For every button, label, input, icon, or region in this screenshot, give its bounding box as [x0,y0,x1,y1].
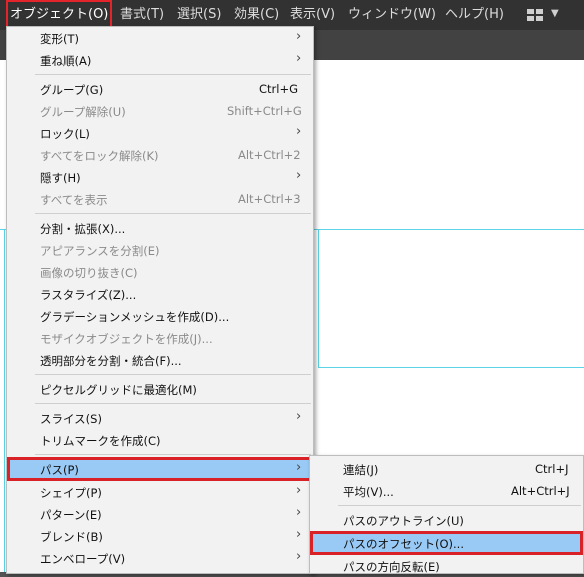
menu-item-slice[interactable]: スライス(S) › [7,407,313,429]
chevron-down-icon[interactable]: ▼ [551,8,559,19]
menu-item-show-all: すべてを表示 Alt+Ctrl+3 [40,192,301,207]
menu-item-crop-image: 画像の切り抜き(C) [40,266,138,280]
menu-item-pattern[interactable]: パターン(E) › [7,503,313,525]
separator [35,213,311,214]
menu-item-path[interactable]: パス(P) › [7,457,313,481]
separator [35,74,311,75]
separator [338,505,581,506]
menu-item-lock[interactable]: ロック(L) › [7,122,313,144]
separator [35,454,311,455]
path-submenu: 連結(J) Ctrl+J 平均(V)... Alt+Ctrl+J パスのアウトライン… [309,455,584,574]
menu-item-expand[interactable]: 分割・拡張(X)... [7,217,313,239]
guide-line [318,367,584,368]
menu-item-object-mosaic: モザイクオブジェクトを作成(J)... [40,332,213,346]
menu-item-transform[interactable]: 変形(T) › [7,27,313,49]
guide-line [4,229,5,572]
menu-item-rasterize[interactable]: ラスタライズ(Z)... [7,283,313,305]
menu-item-average[interactable]: 平均(V)... Alt+Ctrl+J [310,480,583,502]
menu-item-expand-appearance: アピアランスを分割(E) [40,244,160,258]
menu-item-arrange[interactable]: 重ね順(A) › [7,49,313,71]
menu-item-offset-path[interactable]: パスのオフセット(O)... [310,531,583,555]
menu-window[interactable]: ウィンドウ(W) [348,0,436,30]
menu-item-gradient-mesh[interactable]: グラデーションメッシュを作成(D)... [7,305,313,327]
menu-item-unlock-all: すべてをロック解除(K) Alt+Ctrl+2 [40,148,301,163]
menu-help[interactable]: ヘルプ(H) [445,0,504,30]
menu-item-flatten-transparency[interactable]: 透明部分を分割・統合(F)... [7,349,313,371]
menu-item-envelope[interactable]: エンベロープ(V) › [7,547,313,569]
menu-item-shape[interactable]: シェイプ(P) › [7,481,313,503]
menu-item-reverse-path-direction[interactable]: パスの方向反転(E) [310,555,583,577]
menu-item-pixel-grid[interactable]: ピクセルグリッドに最適化(M) [7,378,313,400]
separator [35,403,311,404]
workspace-grid-icon[interactable] [527,9,543,21]
menu-item-hide[interactable]: 隠す(H) › [7,166,313,188]
object-menu: 変形(T) › 重ね順(A) › グループ(G) Ctrl+G グループ解除(U) Sh… [6,26,314,574]
guide-line [318,229,319,368]
menu-item-group[interactable]: グループ(G) Ctrl+G [7,78,313,100]
menu-item-outline-stroke[interactable]: パスのアウトライン(U) [310,509,583,531]
menu-item-trim-marks[interactable]: トリムマークを作成(C) [7,429,313,451]
menu-item-blend[interactable]: ブレンド(B) › [7,525,313,547]
separator [35,374,311,375]
menu-item-join[interactable]: 連結(J) Ctrl+J [310,458,583,480]
menu-item-ungroup: グループ解除(U) Shift+Ctrl+G [40,104,302,119]
